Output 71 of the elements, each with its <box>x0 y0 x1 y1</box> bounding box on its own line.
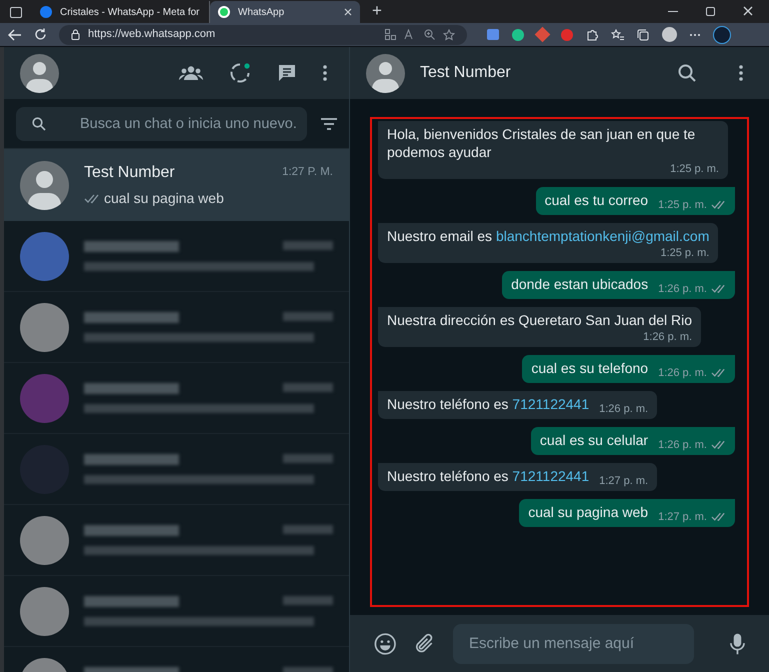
message-time: 1:26 p. m. <box>658 283 707 295</box>
star-icon[interactable] <box>443 28 455 40</box>
url-text: https://web.whatsapp.com <box>88 27 216 42</box>
message-text: Nuestro email es blanchtemptationkenji@gmail.com <box>387 228 710 244</box>
message-time: 1:25 p. m. <box>658 199 707 211</box>
profile-avatar-icon[interactable] <box>662 27 677 42</box>
message-time: 1:25 p. m. <box>670 163 719 175</box>
microphone-icon[interactable] <box>730 632 745 656</box>
close-tab-icon[interactable] <box>344 8 352 16</box>
message-text: Nuestro teléfono es 7121122441 <box>387 468 590 484</box>
chat-list-item[interactable]: Test Number 1:27 P. M. cual su pagina web <box>4 149 349 221</box>
message-time: 1:26 p. m. <box>643 331 692 343</box>
browser-tab[interactable]: WhatsApp <box>210 1 360 23</box>
chat-name: Test Number <box>84 163 176 183</box>
close-icon[interactable] <box>743 6 753 16</box>
menu-icon[interactable] <box>739 65 743 81</box>
collections-icon[interactable] <box>637 28 649 40</box>
chat-time: 1:27 P. M. <box>282 165 333 180</box>
maximize-icon[interactable] <box>706 7 715 16</box>
puzzle-icon[interactable] <box>586 28 598 40</box>
reload-icon[interactable] <box>34 28 47 41</box>
favorites-icon[interactable] <box>611 28 624 40</box>
message-text: donde estan ubicados <box>511 276 648 292</box>
message-text: Hola, bienvenidos Cristales de san juan en que te podemos ayudar <box>387 126 696 160</box>
extension-icon[interactable] <box>512 28 524 40</box>
tab-actions-icon[interactable] <box>10 7 22 18</box>
communities-icon[interactable] <box>179 66 203 80</box>
lock-icon <box>71 29 80 40</box>
message-text: cual es su celular <box>540 432 648 448</box>
message-text: Nuestro teléfono es 7121122441 <box>387 396 590 412</box>
double-check-icon <box>711 440 726 450</box>
phone-bubble-icon <box>218 6 230 18</box>
message-text: Nuestra dirección es Queretaro San Juan del Rio <box>387 312 692 328</box>
message-text: cual su pagina web <box>528 504 648 520</box>
message-input[interactable]: Escribe un mensaje aquí <box>452 624 694 664</box>
paperclip-icon[interactable] <box>414 632 435 654</box>
double-check-icon <box>711 284 726 294</box>
message-time: 1:27 p. m. <box>599 475 648 487</box>
status-icon[interactable] <box>229 62 251 84</box>
filter-icon[interactable] <box>321 118 337 130</box>
emoji-icon[interactable] <box>374 632 396 656</box>
search-icon <box>32 116 46 130</box>
facebook-logo-icon <box>40 6 52 18</box>
message-time: 1:26 p. m. <box>658 439 707 451</box>
profile-avatar-icon[interactable] <box>20 54 59 92</box>
message-time: 1:26 p. m. <box>599 403 648 415</box>
message-text: cual es su telefono <box>531 360 648 376</box>
chat-preview: cual su pagina web <box>104 189 224 208</box>
message-time: 1:26 p. m. <box>658 367 707 379</box>
message-time: 1:27 p. m. <box>658 511 707 523</box>
address-bar[interactable]: https://web.whatsapp.com <box>59 24 467 44</box>
message-text: cual es tu correo <box>544 192 648 208</box>
back-arrow-icon[interactable] <box>8 28 22 40</box>
message-link[interactable]: blanchtemptationkenji@gmail.com <box>496 228 710 244</box>
contact-avatar-icon[interactable] <box>366 54 405 92</box>
new-chat-icon[interactable] <box>277 63 297 83</box>
copilot-icon[interactable] <box>713 26 731 44</box>
double-check-icon <box>711 512 726 522</box>
double-check-icon <box>711 200 726 210</box>
double-check-icon <box>84 194 100 204</box>
zoom-icon[interactable] <box>424 29 435 40</box>
apps-icon[interactable] <box>385 29 396 40</box>
message-time: 1:25 p. m. <box>660 247 710 259</box>
message-link[interactable]: 7121122441 <box>512 468 590 484</box>
new-tab-button[interactable]: + <box>372 2 382 19</box>
search-icon[interactable] <box>678 64 696 82</box>
menu-icon[interactable] <box>323 65 327 81</box>
contact-avatar-icon <box>20 160 69 210</box>
message-link[interactable]: 7121122441 <box>512 396 590 412</box>
double-check-icon <box>711 368 726 378</box>
search-field[interactable]: Busca un chat o inicia uno nuevo. <box>16 106 307 140</box>
